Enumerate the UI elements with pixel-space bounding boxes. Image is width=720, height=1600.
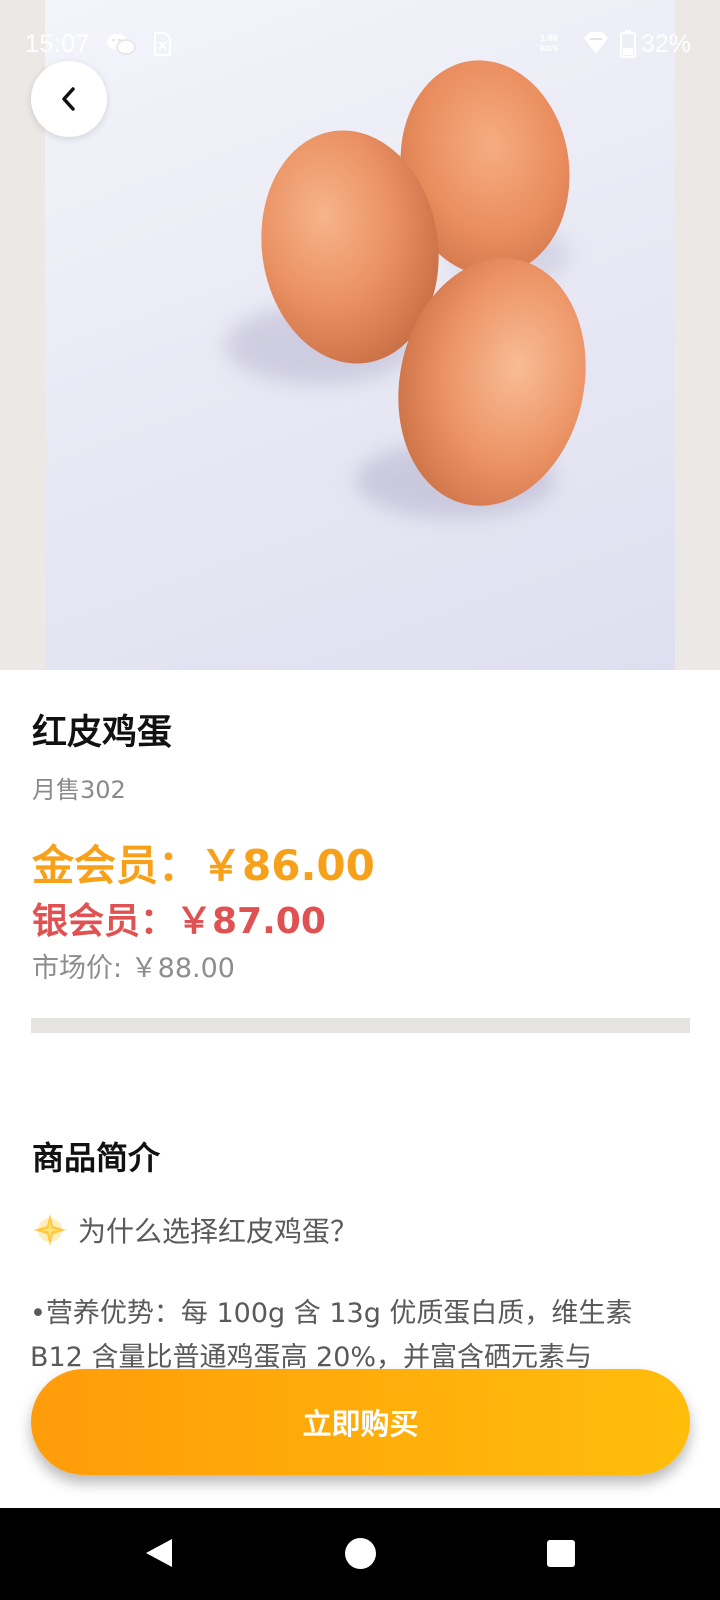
- product-detail-screen: 15:07 1.86 kb/s 32% 红皮鸡蛋 月售302 金会员：￥86.0…: [0, 0, 720, 1600]
- eggs-illustration: [225, 60, 586, 518]
- nav-back-icon[interactable]: [142, 1536, 176, 1570]
- back-button[interactable]: [31, 61, 107, 137]
- description-heading-text: 为什么选择红皮鸡蛋？: [78, 1215, 359, 1248]
- sparkle-star-icon: [34, 1214, 66, 1246]
- wechat-icon: [107, 34, 136, 55]
- battery-icon: [620, 30, 636, 58]
- description-heading: 为什么选择红皮鸡蛋？: [32, 1210, 358, 1250]
- product-title: 红皮鸡蛋: [32, 713, 173, 753]
- description-body: •营养优势：每 100g 含 13g 优质蛋白质，维生素 B12 含量比普通鸡蛋…: [30, 1298, 633, 1373]
- network-speed-value: 1.86: [540, 33, 558, 43]
- system-navigation-bar: [0, 1508, 720, 1600]
- product-image: [0, 0, 720, 670]
- monthly-sales: 月售302: [32, 776, 126, 804]
- market-price: 市场价: ￥88.00: [32, 953, 235, 984]
- section-divider: [31, 1018, 690, 1033]
- battery-percent: 32%: [641, 30, 692, 58]
- network-speed-unit: kb/s: [540, 43, 559, 53]
- nav-recents-icon[interactable]: [546, 1539, 576, 1568]
- status-time: 15:07: [25, 30, 91, 58]
- signal-icon: [584, 32, 608, 54]
- network-speed: 1.86 kb/s: [540, 33, 558, 53]
- gold-member-price: 金会员：￥86.00: [32, 841, 375, 890]
- chevron-left-icon: [62, 87, 75, 111]
- buy-now-button[interactable]: 立即购买: [31, 1369, 690, 1475]
- sim-icon: [154, 32, 171, 56]
- description-section-title: 商品简介: [32, 1139, 161, 1177]
- silver-member-price: 银会员：￥87.00: [32, 901, 326, 942]
- status-bar: 15:07 1.86 kb/s 32%: [0, 0, 720, 90]
- nav-home-icon[interactable]: [344, 1537, 377, 1570]
